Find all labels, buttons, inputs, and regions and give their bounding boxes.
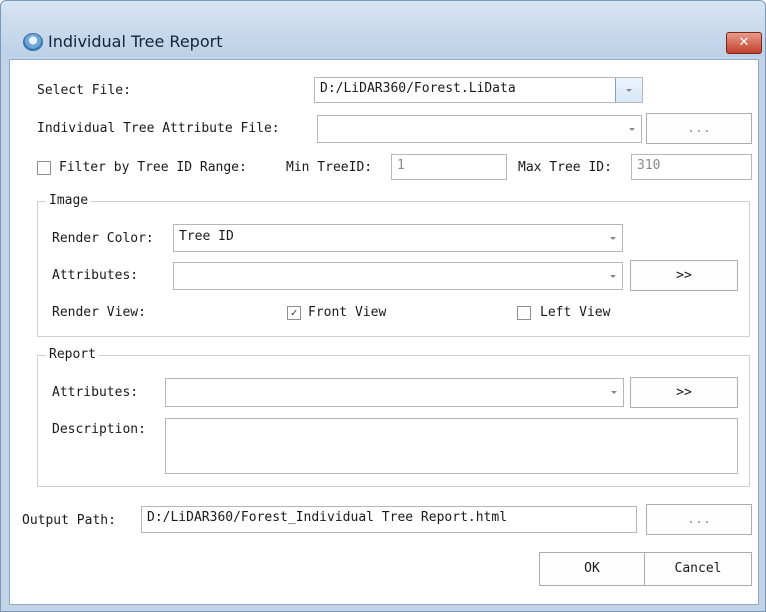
max-treeid-label: Max Tree ID:	[518, 160, 612, 175]
render-color-combo[interactable]: Tree ID	[173, 224, 623, 252]
title-bar[interactable]: Individual Tree Report ✕	[1, 1, 765, 57]
image-attributes-combo[interactable]	[173, 262, 623, 290]
min-treeid-input[interactable]: 1	[391, 154, 507, 180]
close-button[interactable]: ✕	[726, 32, 762, 54]
output-path-browse-button[interactable]: ...	[646, 504, 752, 535]
dialog-window: Individual Tree Report ✕ Select File: D:…	[0, 0, 766, 612]
report-attributes-label: Attributes:	[52, 385, 139, 400]
output-path-input[interactable]: D:/LiDAR360/Forest_Individual Tree Repor…	[141, 506, 637, 533]
output-path-label: Output Path:	[22, 513, 116, 528]
render-view-label: Render View:	[52, 305, 146, 320]
description-textarea[interactable]	[165, 418, 738, 474]
report-group-title: Report	[46, 347, 99, 362]
render-color-label: Render Color:	[52, 231, 154, 246]
select-file-value: D:/LiDAR360/Forest.LiData	[320, 81, 516, 96]
report-group: Report Attributes: >> Description:	[37, 347, 750, 487]
attr-file-combo[interactable]	[317, 115, 642, 143]
render-color-value: Tree ID	[179, 229, 234, 244]
report-attributes-combo[interactable]	[165, 378, 624, 407]
ok-button[interactable]: OK	[539, 552, 645, 586]
filter-checkbox[interactable]	[37, 161, 51, 175]
chevron-down-icon	[610, 237, 616, 240]
select-file-dropdown-button[interactable]	[615, 78, 642, 102]
report-attributes-add-button[interactable]: >>	[630, 377, 738, 408]
description-label: Description:	[52, 422, 146, 437]
chevron-down-icon	[610, 275, 616, 278]
select-file-label: Select File:	[37, 83, 131, 98]
window-title: Individual Tree Report	[48, 32, 223, 51]
image-attributes-label: Attributes:	[52, 268, 139, 283]
front-view-checkbox[interactable]: ✓	[287, 306, 301, 320]
left-view-label: Left View	[540, 305, 611, 320]
output-path-value: D:/LiDAR360/Forest_Individual Tree Repor…	[147, 510, 508, 525]
min-treeid-label: Min TreeID:	[286, 160, 373, 175]
image-attributes-add-button[interactable]: >>	[630, 260, 738, 291]
image-group-title: Image	[46, 193, 92, 208]
chevron-down-icon	[629, 128, 635, 131]
filter-label: Filter by Tree ID Range:	[59, 160, 247, 175]
chevron-down-icon	[626, 89, 632, 92]
attr-file-browse-button[interactable]: ...	[646, 113, 752, 144]
max-treeid-input[interactable]: 310	[631, 154, 752, 180]
front-view-label: Front View	[308, 305, 387, 320]
image-group: Image Render Color: Tree ID Attributes: …	[37, 193, 750, 337]
cancel-button[interactable]: Cancel	[644, 552, 752, 586]
left-view-checkbox[interactable]	[517, 306, 531, 320]
app-logo-icon	[23, 33, 43, 51]
select-file-combo[interactable]: D:/LiDAR360/Forest.LiData	[314, 77, 643, 103]
dialog-body: Select File: D:/LiDAR360/Forest.LiData I…	[9, 59, 759, 605]
attr-file-label: Individual Tree Attribute File:	[37, 121, 280, 136]
chevron-down-icon	[611, 391, 617, 394]
close-icon: ✕	[738, 35, 750, 50]
